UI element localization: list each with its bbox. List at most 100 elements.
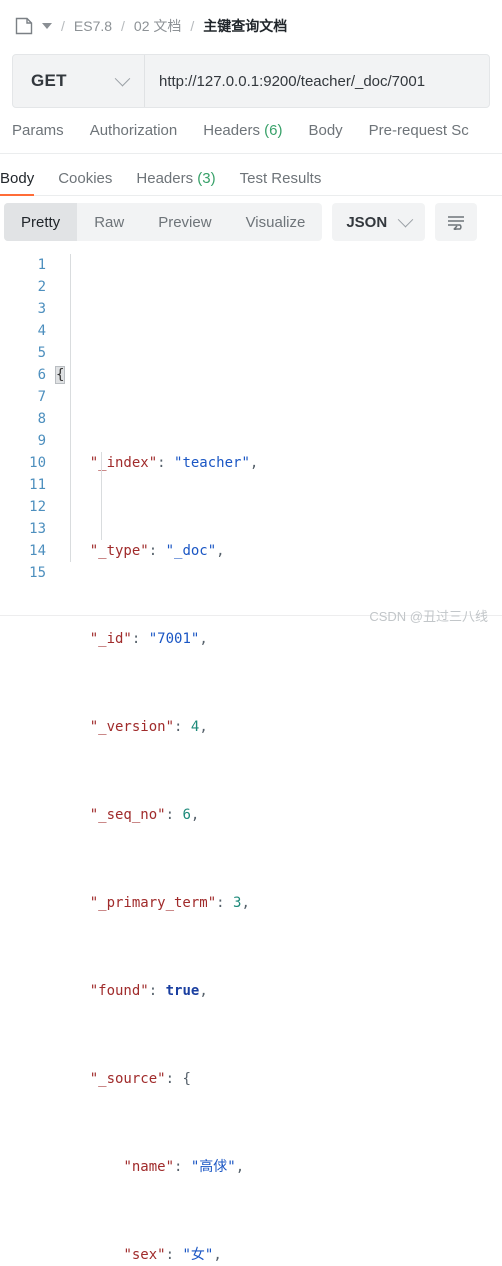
- breadcrumb-separator-2: /: [121, 18, 125, 34]
- line-number: 9: [37, 433, 46, 449]
- code-line-5: "_version": 4,: [56, 716, 502, 738]
- response-tab-headers-label: Headers: [136, 170, 194, 187]
- request-url-bar: GET http://127.0.0.1:9200/teacher/_doc/7…: [12, 54, 490, 108]
- tab-pre-request-script-label: Pre-request Sc: [368, 122, 469, 139]
- json-key: "found": [89, 983, 149, 999]
- json-value: "_doc": [165, 543, 217, 559]
- json-key: "_version": [89, 719, 175, 735]
- view-mode-pretty[interactable]: Pretty: [4, 203, 78, 241]
- json-value: "高俅": [190, 1159, 236, 1175]
- indent-guide-root: [70, 254, 71, 562]
- json-code: { "_index": "teacher", "_type": "_doc", …: [54, 254, 502, 1266]
- line-number-gutter: 1 2 3 4 5 6 7 8 9 10 11 12 13 14 15: [0, 254, 56, 1266]
- collection-folder-icon[interactable]: [14, 16, 34, 36]
- breadcrumb-item-02-docs[interactable]: 02 文档: [134, 16, 181, 36]
- view-mode-preview[interactable]: Preview: [141, 203, 228, 241]
- view-mode-visualize-label: Visualize: [245, 213, 306, 231]
- word-wrap-icon: [448, 216, 465, 230]
- breadcrumb: / ES7.8 / 02 文档 / 主键查询文档: [0, 0, 502, 52]
- json-comma: ,: [199, 983, 208, 999]
- json-value: true: [165, 983, 200, 999]
- line-number: 1: [37, 257, 46, 273]
- json-comma: ,: [213, 1247, 222, 1263]
- json-open-brace: {: [182, 1071, 191, 1087]
- response-tab-cookies-label: Cookies: [58, 170, 113, 187]
- json-comma: ,: [216, 543, 225, 559]
- json-key: "_id": [89, 631, 132, 647]
- tab-pre-request-script[interactable]: Pre-request Sc: [369, 122, 469, 139]
- json-key: "_primary_term": [89, 895, 217, 911]
- line-number: 3: [37, 301, 46, 317]
- line-number: 8: [37, 411, 46, 427]
- tab-authorization[interactable]: Authorization: [90, 122, 178, 139]
- request-tabs: Params Authorization Headers (6) Body Pr…: [0, 108, 502, 154]
- json-comma: ,: [199, 719, 208, 735]
- response-format-label: JSON: [346, 213, 388, 231]
- indent-guide-source: [101, 452, 102, 540]
- code-line-11: "sex": "女",: [56, 1244, 502, 1266]
- view-mode-visualize[interactable]: Visualize: [229, 203, 323, 241]
- line-number: 12: [29, 499, 46, 515]
- line-number: 10: [29, 455, 46, 471]
- chevron-down-icon: [397, 211, 414, 227]
- response-tab-headers[interactable]: Headers (3): [136, 170, 215, 195]
- json-value: "teacher": [174, 455, 250, 471]
- url-input[interactable]: http://127.0.0.1:9200/teacher/_doc/7001: [145, 55, 489, 107]
- json-value: 3: [233, 895, 242, 911]
- response-view-toolbar: Pretty Raw Preview Visualize JSON: [0, 196, 502, 248]
- caret-down-icon[interactable]: [42, 23, 52, 29]
- line-number: 5: [37, 345, 46, 361]
- code-line-2: "_index": "teacher",: [56, 452, 502, 474]
- response-format-selector[interactable]: JSON: [332, 203, 426, 241]
- response-tab-test-results[interactable]: Test Results: [240, 170, 322, 195]
- line-number: 4: [37, 323, 46, 339]
- json-colon: :: [148, 543, 166, 559]
- response-tab-headers-count: (3): [197, 170, 216, 187]
- line-number: 11: [29, 477, 46, 493]
- json-key: "_type": [89, 543, 149, 559]
- json-colon: :: [157, 455, 175, 471]
- view-mode-raw[interactable]: Raw: [77, 203, 141, 241]
- tab-params[interactable]: Params: [12, 122, 64, 139]
- code-line-4: "_id": "7001",: [56, 628, 502, 650]
- tab-headers[interactable]: Headers (6): [203, 122, 282, 139]
- json-colon: :: [165, 807, 183, 823]
- json-colon: :: [131, 631, 149, 647]
- code-line-6: "_seq_no": 6,: [56, 804, 502, 826]
- tab-body-label: Body: [308, 122, 343, 139]
- json-open-brace: {: [54, 366, 66, 384]
- json-comma: ,: [190, 807, 200, 823]
- line-number: 14: [29, 543, 46, 559]
- response-body-viewer[interactable]: 1 2 3 4 5 6 7 8 9 10 11 12 13 14 15 { "_…: [0, 248, 502, 1266]
- code-line-9: "_source": {: [56, 1068, 502, 1090]
- view-mode-group: Pretty Raw Preview Visualize: [4, 203, 323, 241]
- line-number: 13: [29, 521, 46, 537]
- json-colon: :: [216, 895, 234, 911]
- json-key: "sex": [123, 1247, 166, 1263]
- json-comma: ,: [235, 1159, 245, 1175]
- tab-params-label: Params: [12, 122, 64, 139]
- response-tab-cookies[interactable]: Cookies: [58, 170, 112, 195]
- json-colon: :: [148, 983, 166, 999]
- chevron-down-icon: [114, 70, 131, 86]
- json-value: 6: [182, 807, 191, 823]
- code-line-7: "_primary_term": 3,: [56, 892, 502, 914]
- json-value: 4: [190, 719, 200, 735]
- json-key: "name": [123, 1159, 175, 1175]
- code-line-8: "found": true,: [56, 980, 502, 1002]
- line-number: 6: [37, 367, 46, 383]
- json-key: "_source": [89, 1071, 166, 1087]
- url-text: http://127.0.0.1:9200/teacher/_doc/7001: [159, 72, 426, 90]
- json-value: "7001": [148, 631, 200, 647]
- view-mode-pretty-label: Pretty: [21, 213, 61, 231]
- word-wrap-button[interactable]: [435, 203, 478, 241]
- http-method-selector[interactable]: GET: [13, 55, 145, 107]
- tab-authorization-label: Authorization: [89, 122, 178, 139]
- breadcrumb-item-es78[interactable]: ES7.8: [74, 18, 112, 34]
- response-tab-body[interactable]: Body: [0, 170, 35, 196]
- breadcrumb-item-current[interactable]: 主键查询文档: [203, 16, 287, 36]
- tab-body[interactable]: Body: [308, 122, 342, 139]
- line-number: 15: [29, 565, 46, 581]
- line-number: 7: [37, 389, 46, 405]
- json-key: "_seq_no": [89, 807, 166, 823]
